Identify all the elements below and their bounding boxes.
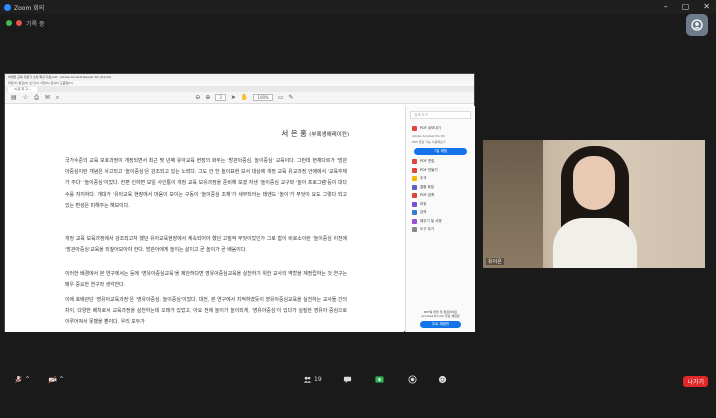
- page-number-input[interactable]: 3: [215, 94, 226, 101]
- participant-name: 유이은: [486, 258, 504, 265]
- participants-icon: [303, 376, 312, 383]
- view-toggle-button[interactable]: [686, 14, 708, 36]
- paragraph: 이러한 배경에서 본 연구에서는 등에 '영유아중심교육'을 제안하다면 영유아…: [65, 271, 347, 289]
- video-icon: [48, 375, 57, 383]
- search-icon[interactable]: ⌕: [56, 94, 59, 102]
- participants-button[interactable]: 19: [303, 375, 322, 384]
- sign-icon: [412, 218, 417, 224]
- document-tab[interactable]: 서 은 희 구…: [8, 87, 37, 92]
- heading-name: 서 은 홍: [281, 129, 307, 138]
- gallery-view-icon: [691, 19, 703, 31]
- recording-icon: [16, 20, 22, 26]
- window-controls: – ▢ ✕: [664, 2, 710, 11]
- export-pdf-icon: [412, 125, 417, 131]
- shield-icon[interactable]: [6, 20, 12, 26]
- acrobat-titlebar: 비대면 교육 전문가 초빙 특강 자료.pdf - Adobe Acrobat …: [5, 74, 474, 81]
- leave-button[interactable]: 나가기: [683, 376, 708, 387]
- paragraph: 이에 호배관단 '영유아교육과정'은 '영유아중심, 놀이중심'이었다. 대전,…: [65, 297, 347, 326]
- tool-protect[interactable]: 보호: [406, 200, 475, 209]
- save-icon[interactable]: ▤: [11, 94, 17, 101]
- tool-create-pdf[interactable]: PDF 만들기: [406, 166, 475, 175]
- pdf-page: 서 은 홍 (부록생애레이컨) 국가수준의 교육 모호과정이 개정되면서 최근 …: [5, 106, 404, 332]
- zoom-logo-icon: [4, 3, 11, 11]
- cursor-icon[interactable]: ➤: [231, 94, 236, 101]
- window-title: Zoom 회의: [14, 4, 45, 12]
- meeting-info-bar: 기록 중: [0, 16, 44, 30]
- reactions-icon: [438, 375, 447, 383]
- input-icon: [412, 210, 417, 216]
- tool-comment[interactable]: 주석: [406, 175, 475, 184]
- tool-add-tools[interactable]: 도구 추가: [406, 226, 475, 235]
- free-trial-button[interactable]: 무료 체험판: [420, 321, 461, 328]
- record-button[interactable]: [408, 374, 417, 384]
- next-page-icon[interactable]: ⊕: [205, 94, 210, 101]
- window-titlebar: Zoom 회의 – ▢ ✕: [0, 0, 716, 14]
- tool-combine[interactable]: 결합 파일: [406, 183, 475, 192]
- bookmark-icon[interactable]: ☆: [23, 94, 28, 101]
- create-pdf-icon: [412, 167, 417, 173]
- comment-tool-icon: [412, 176, 417, 182]
- trial-button[interactable]: 7일 체험: [414, 147, 467, 155]
- participant-body: [553, 218, 637, 268]
- combine-icon: [412, 184, 417, 190]
- panel-footer: PDF를 변환 및 편집하세요 Acrobat Pro DC 무료 체험판 무료…: [406, 310, 475, 328]
- acrobat-toolbar: ▤ ☆ ⎙ ✉ ⌕ ⊖ ⊕ 3 ➤ ✋ 100% ▭ ✎: [5, 92, 474, 104]
- comment-icon[interactable]: ▭: [278, 94, 284, 101]
- zoom-select[interactable]: 100%: [253, 94, 273, 101]
- meeting-toolbar: ^ ^ 19: [0, 368, 716, 390]
- video-button[interactable]: ^: [48, 375, 64, 384]
- participant-video[interactable]: 유이은: [483, 140, 705, 268]
- print-icon[interactable]: ⎙: [34, 94, 39, 102]
- add-tools-icon: [412, 227, 417, 233]
- paragraph: 국가수준의 교육 모호과정이 개정되면서 최근 몇 년째 유아교육 현장의 화두…: [65, 158, 347, 209]
- video-shelf: [483, 140, 543, 268]
- paragraph: 개정 교육 보육과정에서 강조되고자 했던 유아교육현장에서 계속되어야 했던 …: [65, 236, 347, 254]
- document-heading: 서 은 홍 (부록생애레이컨): [281, 128, 349, 139]
- share-screen-button[interactable]: [375, 375, 384, 384]
- mic-icon: [15, 375, 22, 383]
- footer-text: PDF를 변환 및 편집하세요 Acrobat Pro DC 무료 체험판: [421, 310, 460, 318]
- reactions-button[interactable]: [438, 375, 447, 384]
- prev-page-icon[interactable]: ⊖: [195, 94, 200, 101]
- tools-search-input[interactable]: 검색 도구: [410, 111, 471, 119]
- record-icon: [408, 374, 417, 384]
- recording-label: 기록 중: [26, 20, 45, 28]
- maximize-button[interactable]: ▢: [682, 2, 690, 11]
- shared-screen[interactable]: 비대면 교육 전문가 초빙 특강 자료.pdf - Adobe Acrobat …: [4, 73, 475, 332]
- tool-compress[interactable]: PDF 압축: [406, 192, 475, 201]
- chat-icon: [343, 376, 352, 383]
- pen-icon[interactable]: ✎: [289, 94, 294, 101]
- minimize-button[interactable]: –: [664, 2, 668, 11]
- mail-icon[interactable]: ✉: [45, 94, 50, 101]
- mute-button[interactable]: ^: [14, 375, 30, 384]
- close-button[interactable]: ✕: [703, 2, 710, 11]
- edit-pdf-icon: [412, 159, 417, 165]
- hand-icon[interactable]: ✋: [241, 94, 248, 101]
- share-screen-icon: [375, 375, 384, 383]
- promo-subtitle: PDF 편집 기능 사용해보기: [412, 139, 446, 144]
- participant-face: [573, 156, 615, 210]
- compress-icon: [412, 193, 417, 199]
- protect-icon: [412, 201, 417, 207]
- tool-input[interactable]: 입력: [406, 209, 475, 218]
- tool-export-pdf[interactable]: PDF 내보내기: [406, 124, 475, 133]
- tool-fill-sign[interactable]: 채우기 및 서명: [406, 217, 475, 226]
- acrobat-tools-panel: 검색 도구 PDF 내보내기 Adobe Acrobat Pro DC PDF …: [405, 106, 475, 332]
- heading-role: (부록생애레이컨): [309, 132, 349, 138]
- tool-edit-pdf[interactable]: PDF 편집: [406, 158, 475, 167]
- chat-button[interactable]: [343, 375, 352, 384]
